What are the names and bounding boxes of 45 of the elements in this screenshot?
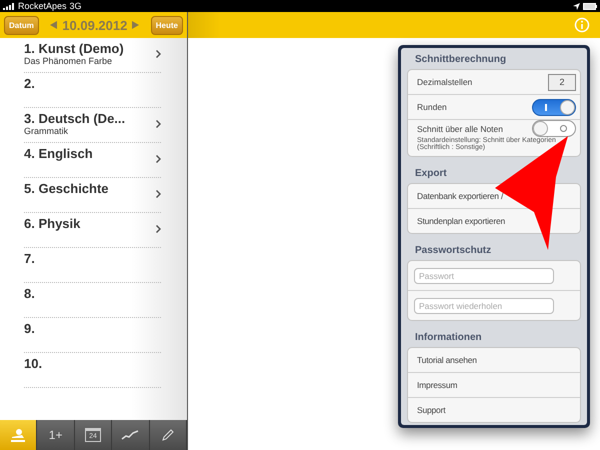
value-field[interactable]: 2 [548,74,576,90]
menu-item[interactable]: Datenbank exportieren / [417,191,504,201]
toggle-switch[interactable] [532,98,576,116]
tab-bar-item[interactable] [112,420,150,450]
menu-item[interactable]: Support [417,405,446,415]
section-header: Informationen [414,331,483,345]
setting-label: Schnitt über alle Noten [417,124,504,134]
lesson-title[interactable]: 4. Englisch [24,146,156,161]
battery-icon [583,2,597,10]
menu-item[interactable]: Stundenplan exportieren [417,216,506,226]
previous-icon[interactable] [50,21,58,29]
tab-bar-item[interactable]: 1+ [37,420,75,450]
carrier-name: RocketApes [18,1,67,11]
network-type: 3G [70,1,82,11]
signal-icon [3,2,15,10]
setting-label: Dezimalstellen [417,77,474,87]
current-date: 10.09.2012 [62,18,128,32]
password-field[interactable]: Passwort wiederholen [414,298,554,314]
menu-item[interactable]: Impressum [417,380,458,390]
section-header: Export [414,167,448,181]
section-header: Passwortschutz [414,244,492,258]
chart-icon [121,430,140,440]
lesson-title[interactable]: 10. [24,356,161,371]
lesson-title[interactable]: 6. Physik [24,216,156,231]
lesson-title[interactable]: 2. [24,76,161,91]
setting-label: Runden [417,102,448,112]
person-icon [10,428,26,442]
pencil-icon [160,428,175,442]
section-header: Schnittberechnung [414,53,508,67]
lesson-topic: Das Phänomen Farbe [24,56,114,66]
lesson-title[interactable]: 8. [24,286,161,301]
menu-item[interactable]: Tutorial ansehen [417,355,477,365]
password-field[interactable]: Passwort [414,268,554,284]
lesson-title[interactable]: 9. [24,321,161,336]
lesson-topic: Grammatik [24,126,70,136]
tab-bar-item[interactable] [0,420,38,450]
lesson-title[interactable]: 3. Deutsch (De... [24,111,156,126]
lesson-title[interactable]: 7. [24,251,161,266]
toggle-switch[interactable] [532,120,576,137]
lesson-title[interactable]: 1. Kunst (Demo) [24,41,156,56]
tab-bar-item[interactable] [150,420,188,450]
lesson-title[interactable]: 5. Geschichte [24,181,156,196]
location-icon [573,2,580,10]
next-icon[interactable] [132,21,140,29]
ranking-label: 1+ [48,428,62,442]
